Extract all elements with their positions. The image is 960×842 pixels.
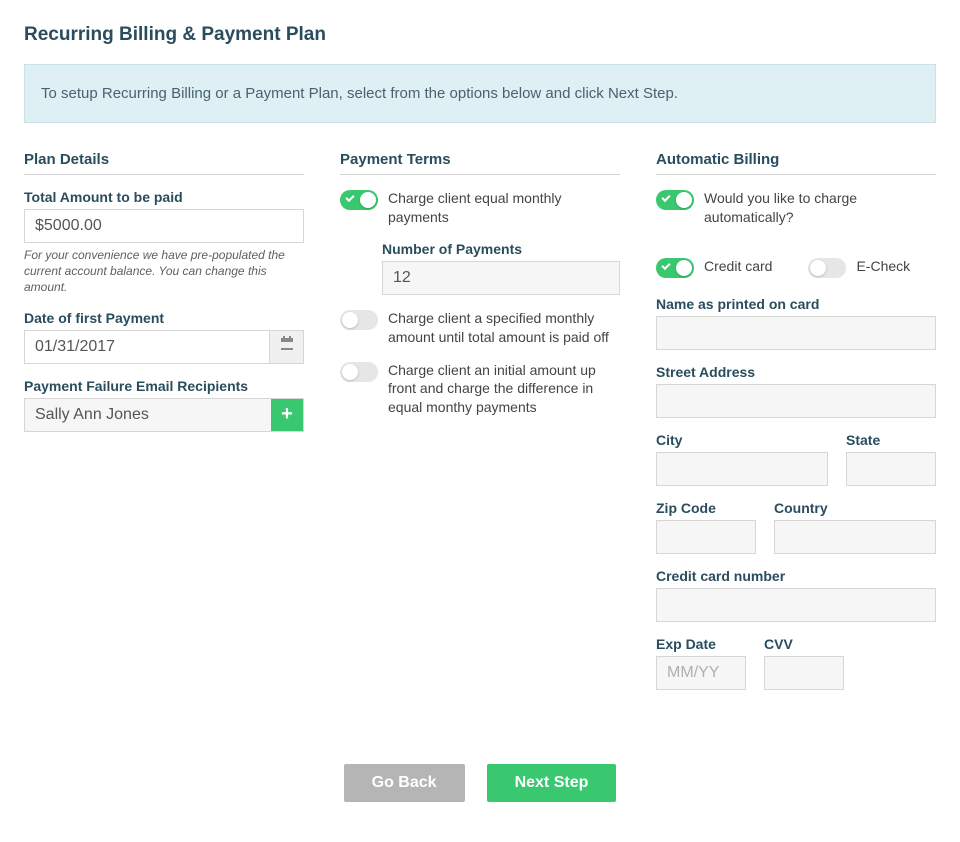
number-of-payments-input[interactable]: [382, 261, 620, 295]
cvv-input[interactable]: [764, 656, 844, 690]
exp-date-input[interactable]: [656, 656, 746, 690]
add-recipient-button[interactable]: +: [271, 399, 303, 431]
auto-charge-label: Would you like to charge automatically?: [704, 189, 936, 227]
page-title: Recurring Billing & Payment Plan: [24, 24, 936, 46]
payment-terms-heading: Payment Terms: [340, 151, 620, 175]
first-payment-date-label: Date of first Payment: [24, 310, 304, 326]
zip-label: Zip Code: [656, 500, 756, 516]
payment-terms-column: Payment Terms Charge client equal monthl…: [340, 151, 620, 704]
plan-details-heading: Plan Details: [24, 151, 304, 175]
country-input[interactable]: [774, 520, 936, 554]
info-banner: To setup Recurring Billing or a Payment …: [24, 64, 936, 123]
specified-monthly-toggle[interactable]: [340, 310, 378, 330]
total-amount-hint: For your convenience we have pre-populat…: [24, 247, 304, 296]
failure-recipient-input[interactable]: [24, 398, 304, 432]
city-label: City: [656, 432, 828, 448]
initial-upfront-label: Charge client an initial amount up front…: [388, 361, 620, 418]
state-input[interactable]: [846, 452, 936, 486]
echeck-toggle[interactable]: [808, 258, 846, 278]
echeck-label: E-Check: [856, 257, 910, 276]
next-step-button[interactable]: Next Step: [487, 764, 617, 802]
state-label: State: [846, 432, 936, 448]
card-name-input[interactable]: [656, 316, 936, 350]
zip-input[interactable]: [656, 520, 756, 554]
failure-recipients-label: Payment Failure Email Recipients: [24, 378, 304, 394]
street-address-label: Street Address: [656, 364, 936, 380]
cc-number-input[interactable]: [656, 588, 936, 622]
total-amount-label: Total Amount to be paid: [24, 189, 304, 205]
automatic-billing-column: Automatic Billing Would you like to char…: [656, 151, 936, 704]
country-label: Country: [774, 500, 936, 516]
exp-date-label: Exp Date: [656, 636, 746, 652]
city-input[interactable]: [656, 452, 828, 486]
calendar-button[interactable]: [269, 331, 303, 363]
calendar-icon: [279, 336, 295, 357]
equal-monthly-toggle[interactable]: [340, 190, 378, 210]
street-address-input[interactable]: [656, 384, 936, 418]
card-name-label: Name as printed on card: [656, 296, 936, 312]
auto-charge-toggle[interactable]: [656, 190, 694, 210]
total-amount-input[interactable]: [24, 209, 304, 243]
go-back-button[interactable]: Go Back: [344, 764, 465, 802]
specified-monthly-label: Charge client a specified monthly amount…: [388, 309, 620, 347]
cvv-label: CVV: [764, 636, 844, 652]
cc-number-label: Credit card number: [656, 568, 936, 584]
initial-upfront-toggle[interactable]: [340, 362, 378, 382]
plus-icon: +: [281, 403, 293, 426]
equal-monthly-label: Charge client equal monthly payments: [388, 189, 620, 227]
plan-details-column: Plan Details Total Amount to be paid For…: [24, 151, 304, 704]
credit-card-label: Credit card: [704, 257, 772, 276]
credit-card-toggle[interactable]: [656, 258, 694, 278]
first-payment-date-input[interactable]: [24, 330, 304, 364]
automatic-billing-heading: Automatic Billing: [656, 151, 936, 175]
number-of-payments-label: Number of Payments: [382, 241, 620, 257]
